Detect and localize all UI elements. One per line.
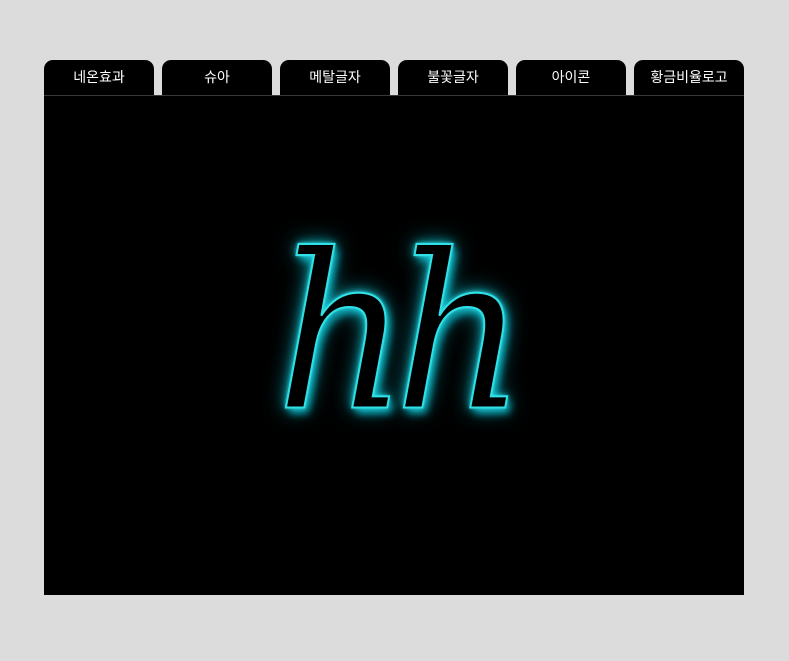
tab-metal-text[interactable]: 메탈글자: [280, 60, 390, 95]
tab-icon[interactable]: 아이콘: [516, 60, 626, 95]
neon-text-preview: hh: [275, 209, 527, 459]
tab-neon-effect[interactable]: 네온효과: [44, 60, 154, 95]
effect-preview-canvas: hh: [44, 95, 744, 595]
tab-shua[interactable]: 슈아: [162, 60, 272, 95]
tab-golden-ratio-logo[interactable]: 황금비율로고: [634, 60, 744, 95]
effect-tabs: 네온효과 슈아 메탈글자 불꽃글자 아이콘 황금비율로고: [44, 60, 744, 95]
tab-fire-text[interactable]: 불꽃글자: [398, 60, 508, 95]
